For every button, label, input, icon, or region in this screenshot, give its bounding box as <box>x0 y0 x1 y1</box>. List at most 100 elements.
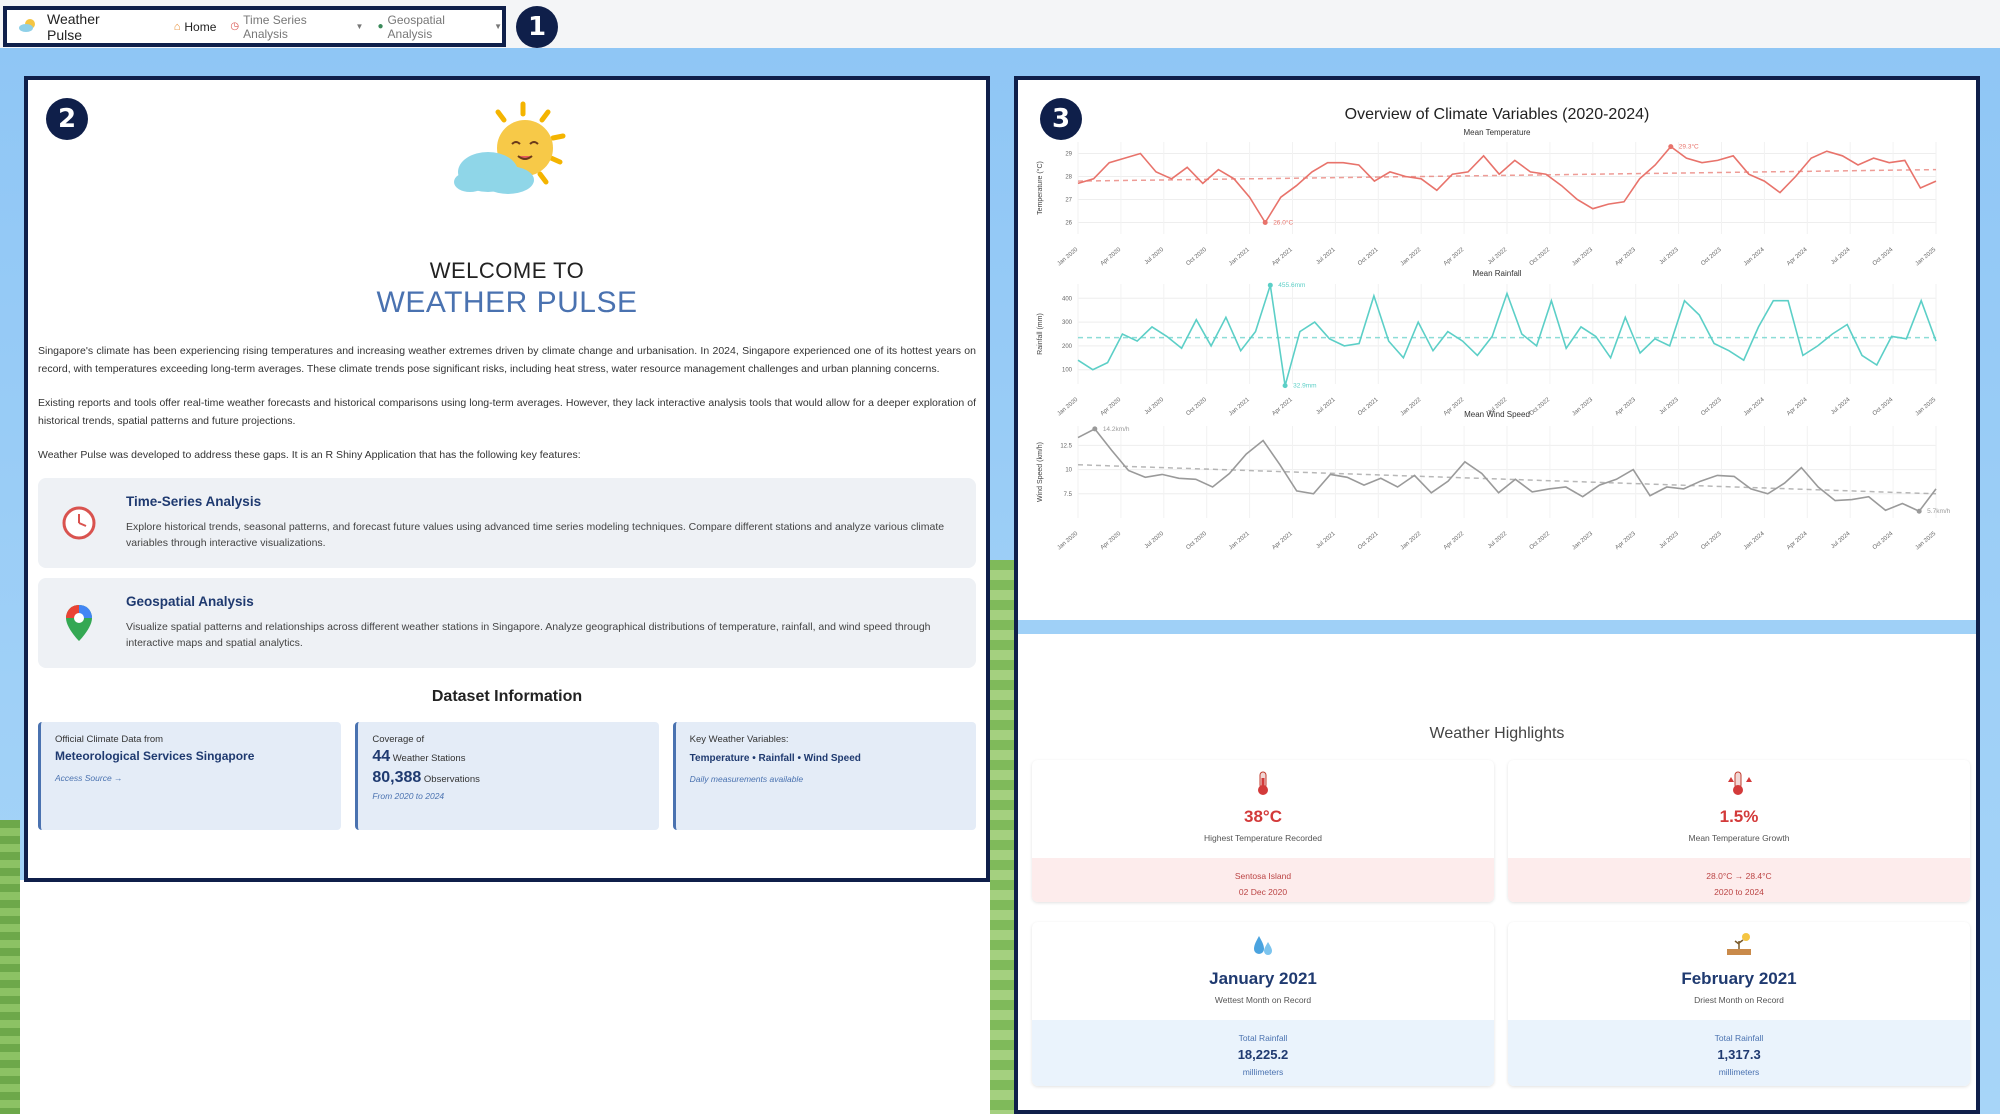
climate-charts[interactable]: Mean Temperature Temperature (°C) 26 27 28 29… <box>1018 80 1976 620</box>
source-name: Meteorological Services Singapore <box>55 749 255 763</box>
highlight-value: 1.5% <box>1719 807 1759 826</box>
y-tick-label: 200 <box>1062 344 1073 350</box>
nav-bar: Weather Pulse ⌂ Home ◷ Time Series Analy… <box>3 6 506 47</box>
temperature-up-icon <box>1508 770 1970 801</box>
x-tick-label: Apr 2024 <box>1786 531 1809 552</box>
extreme-point <box>1262 220 1268 225</box>
stations-text: Weather Stations <box>392 753 466 764</box>
map-pin-icon <box>58 594 100 652</box>
dataset-card-variables: Key Weather Variables: Temperature • Rai… <box>672 722 976 830</box>
grass-decoration <box>0 820 20 1114</box>
x-tick-label: Jan 2021 <box>1228 397 1251 418</box>
highlight-card-driest: February 2021 Driest Month on Record Tot… <box>1508 922 1970 1086</box>
x-tick-label: Jan 2023 <box>1571 531 1594 552</box>
x-tick-label: Jul 2020 <box>1144 247 1166 267</box>
feature-card-geospatial[interactable]: Geospatial Analysis Visualize spatial pa… <box>38 578 976 668</box>
extreme-label: 455.6mm <box>1278 282 1305 289</box>
x-tick-label: Jul 2021 <box>1315 397 1337 417</box>
variables-list: Temperature • Rainfall • Wind Speed <box>689 753 861 764</box>
x-tick-label: Oct 2024 <box>1872 531 1895 552</box>
intro-text: Singapore's climate has been experiencin… <box>38 342 976 464</box>
dataset-card-source: Official Climate Data from Meteorologica… <box>38 722 342 830</box>
highlight-label: Wettest Month on Record <box>1214 995 1312 1005</box>
highlight-location: Sentosa Island <box>1234 871 1292 881</box>
x-tick-label: Jul 2021 <box>1315 531 1337 551</box>
climate-overview: Overview of Climate Variables (2020-2024… <box>1018 80 1976 620</box>
access-source-link[interactable]: Access Source → <box>55 773 327 783</box>
brand-name: Weather Pulse <box>47 10 100 43</box>
coverage-period: From 2020 to 2024 <box>372 791 445 801</box>
chart-title: Mean Rainfall <box>1473 269 1522 278</box>
coverage-label: Coverage of <box>372 734 425 745</box>
intro-paragraph: Existing reports and tools offer real-ti… <box>38 397 976 427</box>
highlight-footer: 28.0°C → 28.4°C 2020 to 2024 <box>1508 858 1970 902</box>
source-label: Official Climate Data from <box>55 734 164 745</box>
highlight-foot-label: Total Rainfall <box>1714 1033 1764 1043</box>
thermometer-icon <box>1032 770 1494 801</box>
x-tick-label: Jan 2023 <box>1571 397 1594 418</box>
extreme-label: 5.7km/h <box>1927 508 1951 515</box>
highlight-footer: Sentosa Island 02 Dec 2020 <box>1032 858 1494 902</box>
nav-time-series[interactable]: ◷ Time Series Analysis ▼ <box>230 13 363 41</box>
y-tick-label: 400 <box>1062 296 1073 302</box>
x-tick-label: Jan 2022 <box>1400 531 1423 552</box>
x-tick-label: Apr 2023 <box>1614 531 1637 552</box>
extreme-label: 32.9mm <box>1293 383 1316 390</box>
x-tick-label: Apr 2022 <box>1443 397 1466 418</box>
observations-number: 80,388 <box>372 769 422 786</box>
variables-label: Key Weather Variables: <box>689 734 789 745</box>
x-tick-label: Apr 2023 <box>1614 247 1637 268</box>
welcome-to: WELCOME TO <box>429 258 585 283</box>
y-tick-label: 300 <box>1062 320 1073 326</box>
x-tick-label: Jan 2022 <box>1400 397 1423 418</box>
droplets-icon <box>1032 932 1494 963</box>
brand[interactable]: Weather Pulse <box>17 11 134 43</box>
x-tick-label: Oct 2021 <box>1357 531 1380 552</box>
x-tick-label: Apr 2020 <box>1100 247 1123 268</box>
highlight-label: Mean Temperature Growth <box>1688 833 1790 843</box>
x-tick-label: Oct 2020 <box>1185 247 1208 268</box>
x-tick-label: Apr 2021 <box>1271 397 1294 418</box>
x-tick-label: Oct 2023 <box>1700 531 1723 552</box>
x-tick-label: Jan 2021 <box>1228 247 1251 268</box>
sun-cloud-illustration <box>448 100 578 205</box>
highlight-value: January 2021 <box>1209 969 1317 988</box>
x-tick-label: Jul 2020 <box>1144 531 1166 551</box>
x-tick-label: Jan 2025 <box>1915 397 1938 418</box>
x-tick-label: Jan 2025 <box>1915 247 1938 268</box>
feature-card-time-series[interactable]: Time-Series Analysis Explore historical … <box>38 478 976 568</box>
feature-description: Explore historical trends, seasonal patt… <box>126 521 945 549</box>
x-tick-label: Jul 2024 <box>1830 397 1852 417</box>
highlight-value: 38°C <box>1244 807 1282 826</box>
highlight-footer: Total Rainfall 1,317.3 millimeters <box>1508 1020 1970 1086</box>
x-tick-label: Oct 2024 <box>1872 247 1895 268</box>
x-tick-label: Jul 2023 <box>1659 397 1681 417</box>
highlights-title: Weather Highlights <box>1429 725 1565 742</box>
variables-note: Daily measurements available <box>689 774 804 784</box>
x-tick-label: Apr 2024 <box>1786 397 1809 418</box>
extreme-point <box>1916 508 1922 514</box>
dataset-title: Dataset Information <box>431 688 583 705</box>
x-tick-label: Jan 2020 <box>1057 531 1080 552</box>
highlight-footer: Total Rainfall 18,225.2 millimeters <box>1032 1020 1494 1086</box>
nav-home[interactable]: ⌂ Home <box>174 20 217 34</box>
annotation-badge-3: 3 <box>1040 98 1082 140</box>
x-tick-label: Apr 2023 <box>1614 397 1637 418</box>
nav-geospatial[interactable]: ● Geospatial Analysis ▼ <box>377 13 502 41</box>
x-tick-label: Jan 2024 <box>1743 247 1766 268</box>
extreme-point <box>1668 144 1674 150</box>
chevron-down-icon: ▼ <box>355 22 364 31</box>
x-tick-label: Jan 2024 <box>1743 531 1766 552</box>
x-tick-label: Jan 2020 <box>1057 397 1080 418</box>
chart-title: Mean Temperature <box>1464 128 1532 137</box>
x-tick-label: Apr 2024 <box>1786 247 1809 268</box>
extreme-point <box>1267 282 1273 288</box>
x-tick-label: Apr 2020 <box>1100 397 1123 418</box>
extreme-label: 29.3°C <box>1679 143 1699 151</box>
x-tick-label: Jul 2023 <box>1659 247 1681 267</box>
x-tick-label: Oct 2022 <box>1529 531 1552 552</box>
app-name: WEATHER PULSE <box>376 286 638 319</box>
x-tick-label: Oct 2020 <box>1185 531 1208 552</box>
y-tick-label: 27 <box>1065 198 1072 204</box>
y-tick-label: 100 <box>1062 368 1073 374</box>
